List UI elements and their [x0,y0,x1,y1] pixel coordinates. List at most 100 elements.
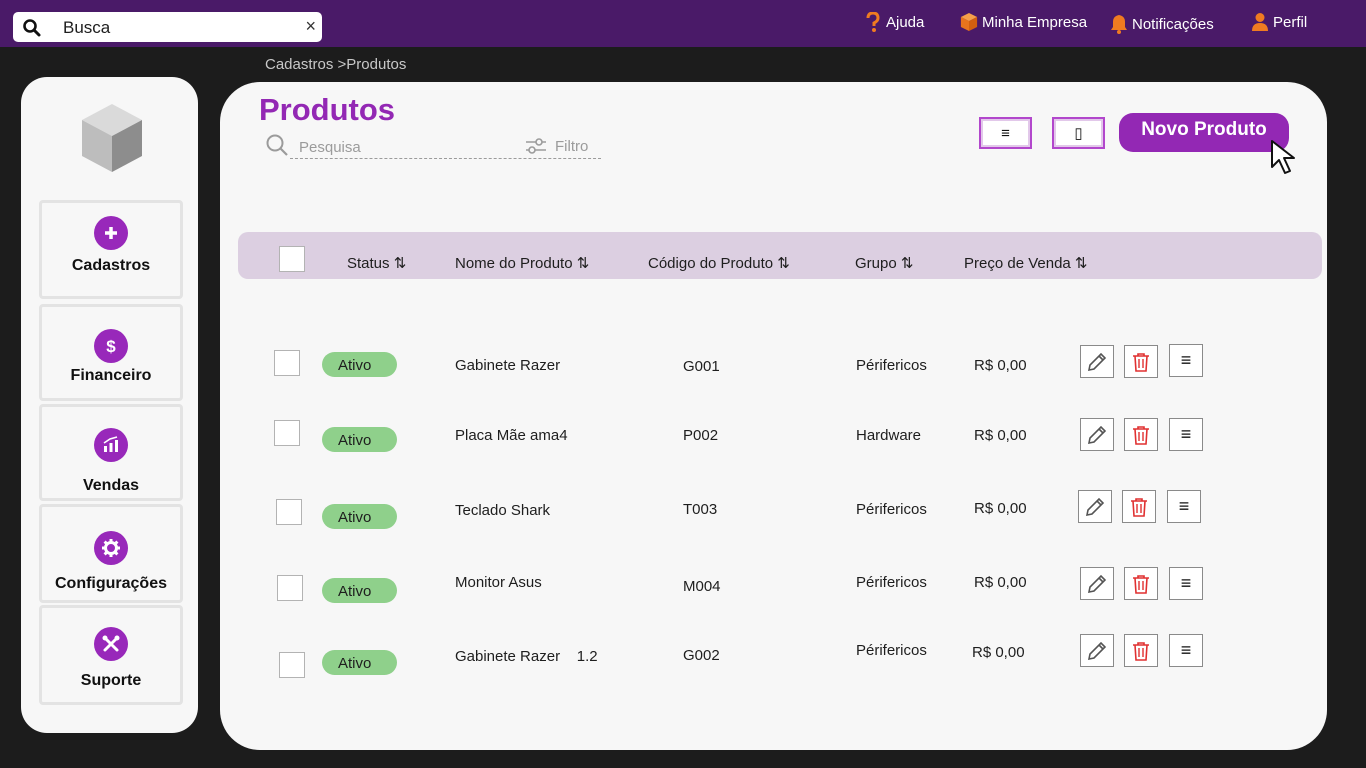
product-price: R$ 0,00 [974,500,1027,517]
help-icon [866,12,880,32]
status-badge: Ativo [322,650,397,675]
list-view-button[interactable]: ≡ [979,117,1032,149]
row-menu-button[interactable]: ≡ [1169,418,1203,451]
sidebar: Cadastros $ Financeiro Vendas Configuraç… [21,77,198,733]
user-icon [1252,13,1268,31]
edit-button[interactable] [1080,345,1114,378]
status-badge: Ativo [322,578,397,603]
bell-icon [1111,15,1127,34]
row-checkbox[interactable] [279,652,305,678]
row-checkbox[interactable] [277,575,303,601]
nav-profile-label: Perfil [1273,13,1308,31]
edit-button[interactable] [1080,567,1114,600]
menu-icon: ≡ [1178,496,1190,516]
chart-icon [94,428,128,462]
column-sale-price[interactable]: Preço de Venda ⇅ [964,254,1088,272]
pencil-icon [1087,352,1107,371]
trash-icon [1133,641,1149,661]
product-name: Teclado Shark [455,502,551,519]
nav-company[interactable]: Minha Empresa [960,9,1087,35]
pencil-icon [1085,497,1105,516]
table-row: Ativo Teclado Shark T003 Périfericos R$ … [220,484,1327,534]
column-group[interactable]: Grupo ⇅ [855,254,913,272]
menu-icon: ≡ [1180,350,1192,370]
delete-button[interactable] [1122,490,1156,523]
pencil-icon [1087,425,1107,444]
row-checkbox[interactable] [274,420,300,446]
table-header: Status ⇅ Nome do Produto ⇅ Código do Pro… [238,232,1322,279]
pencil-icon [1087,641,1107,660]
product-code: G002 [683,647,720,664]
product-group: Périfericos [856,642,927,659]
nav-profile[interactable]: Perfil [1251,9,1307,35]
product-price: R$ 0,00 [974,574,1027,591]
product-search-placeholder[interactable]: Pesquisa [299,139,361,156]
trash-icon [1133,425,1149,445]
sidebar-item-cadastros[interactable]: Cadastros [39,200,183,299]
delete-button[interactable] [1124,345,1158,378]
list-view-icon: ≡ [1001,124,1010,142]
row-menu-button[interactable]: ≡ [1169,567,1203,600]
delete-button[interactable] [1124,418,1158,451]
search-icon [23,19,41,37]
row-menu-button[interactable]: ≡ [1169,634,1203,667]
product-group: Hardware [856,427,922,444]
edit-button[interactable] [1080,634,1114,667]
trash-icon [1131,497,1147,517]
product-name: Gabinete Razer 1.2 [455,648,598,665]
global-search-input[interactable]: Busca × [13,12,322,42]
product-name: Placa Mãe ama4 [455,427,568,444]
filter-sliders-icon [526,138,546,154]
select-all-checkbox[interactable] [279,246,305,272]
sidebar-item-label: Suporte [80,672,142,689]
product-group: Périfericos [856,501,927,518]
product-group: Périfericos [856,357,927,374]
row-checkbox[interactable] [274,350,300,376]
sidebar-item-label: Financeiro [70,367,152,384]
nav-notifications[interactable]: Notificações [1110,11,1214,37]
column-product-code[interactable]: Código do Produto ⇅ [648,254,790,272]
product-price: R$ 0,00 [974,427,1027,444]
nav-help[interactable]: Ajuda [864,9,924,35]
pencil-icon [1087,574,1107,593]
gear-icon [94,531,128,565]
dollar-icon: $ [94,329,128,363]
search-underline [290,158,601,159]
product-code: P002 [683,427,719,444]
svg-text:$: $ [106,337,116,356]
edit-button[interactable] [1080,418,1114,451]
sidebar-item-financeiro[interactable]: $ Financeiro [39,304,183,401]
row-menu-button[interactable]: ≡ [1167,490,1201,523]
product-search[interactable]: Pesquisa Filtro [265,134,601,160]
column-status[interactable]: Status ⇅ [347,254,406,272]
box-icon [960,13,978,31]
sidebar-item-vendas[interactable]: Vendas [39,404,183,501]
delete-button[interactable] [1124,567,1158,600]
column-product-name[interactable]: Nome do Produto ⇅ [455,254,589,272]
edit-button[interactable] [1078,490,1112,523]
status-badge: Ativo [322,504,397,529]
status-badge: Ativo [322,427,397,452]
row-checkbox[interactable] [276,499,302,525]
nav-company-label: Minha Empresa [982,13,1088,31]
menu-icon: ≡ [1180,424,1192,444]
grid-view-icon: ▯ [1074,125,1083,142]
sidebar-item-suporte[interactable]: Suporte [39,605,183,705]
sidebar-item-label: Vendas [82,477,140,494]
plus-icon [94,216,128,250]
product-code: M004 [683,578,721,595]
sidebar-item-configuracoes[interactable]: Configurações [39,504,183,603]
status-badge: Ativo [322,352,397,377]
product-price: R$ 0,00 [974,357,1027,374]
grid-view-button[interactable]: ▯ [1052,117,1105,149]
filter-button[interactable]: Filtro [525,137,588,155]
search-icon [266,134,288,156]
main-panel: Produtos Pesquisa Filtro ≡ ▯ Novo Produt… [220,82,1327,750]
trash-icon [1133,574,1149,594]
delete-button[interactable] [1124,634,1158,667]
clear-search-button[interactable]: × [305,16,316,37]
row-menu-button[interactable]: ≡ [1169,344,1203,377]
new-product-button[interactable]: Novo Produto [1119,113,1289,152]
breadcrumb[interactable]: Cadastros >Produtos [265,56,406,73]
table-row: Ativo Gabinete Razer 1.2 G002 Périferico… [220,630,1327,680]
